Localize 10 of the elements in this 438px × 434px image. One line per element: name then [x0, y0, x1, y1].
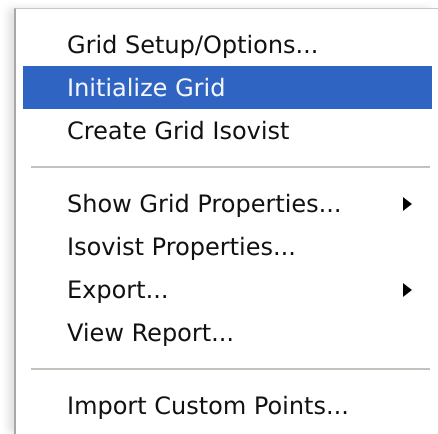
menu-item[interactable]: Import Custom Points...: [23, 384, 432, 427]
menu-item[interactable]: Show Grid Properties...: [23, 182, 432, 225]
submenu-arrow-icon: [403, 282, 412, 296]
submenu-arrow-icon: [403, 196, 412, 210]
menu-item[interactable]: Initialize Grid: [23, 66, 432, 109]
menu-item[interactable]: Isovist Properties...: [23, 225, 432, 268]
menu-item[interactable]: Export...: [23, 268, 432, 311]
menu-item[interactable]: Create Grid Isovist: [23, 109, 432, 152]
menu-item[interactable]: Grid Setup/Options...: [23, 23, 432, 66]
menu-item[interactable]: View Report...: [23, 311, 432, 354]
